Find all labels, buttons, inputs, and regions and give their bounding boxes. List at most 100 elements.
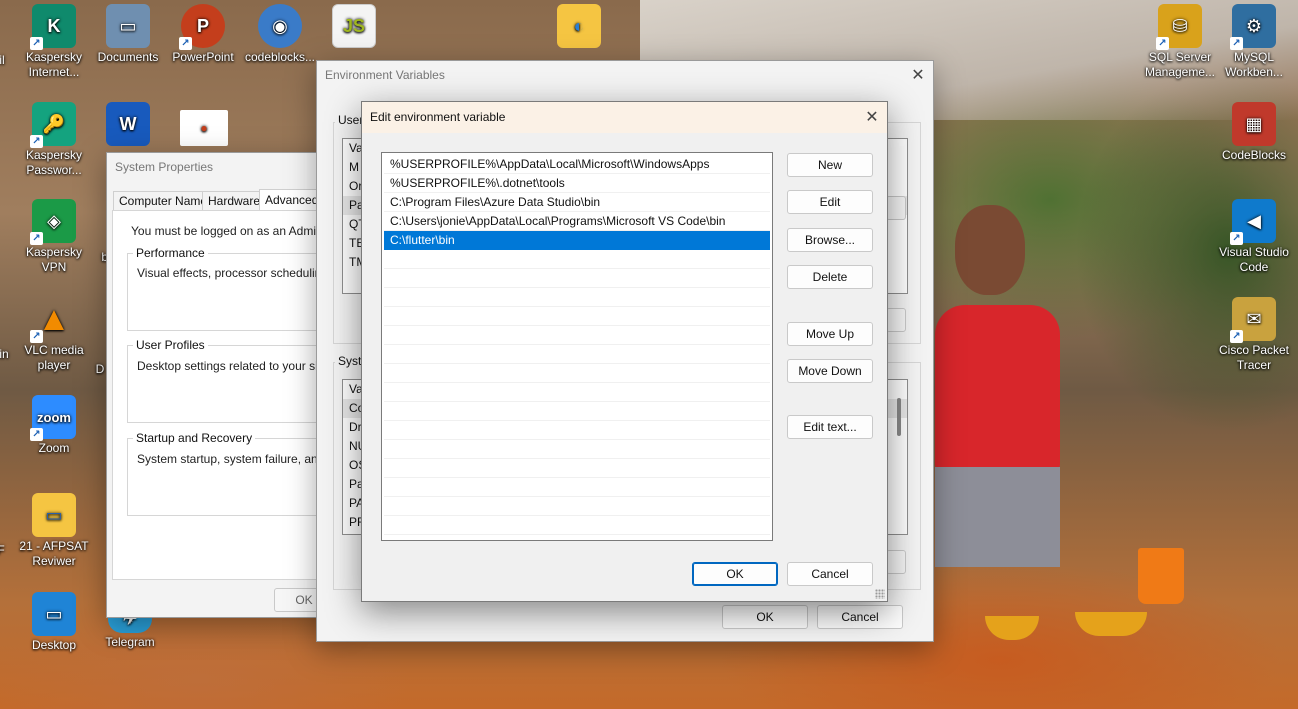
desktop-icon-packet-tracer[interactable]: ✉ ↗ Cisco Packet Tracer [1214, 295, 1294, 373]
path-entry[interactable]: C:\Users\jonie\AppData\Local\Programs\Mi… [384, 212, 770, 231]
desktop-icon-label: MySQL Workben... [1225, 50, 1283, 79]
desktop-icon-label: Kaspersky Internet... [25, 50, 83, 79]
vpn-icon: ◈ ↗ [30, 199, 76, 245]
vscode-icon: ◀ ↗ [1230, 199, 1276, 245]
resize-grip-icon[interactable] [875, 589, 885, 599]
startup-recovery-text: System startup, system failure, and deb [137, 452, 319, 466]
path-entry[interactable]: C:\Program Files\Azure Data Studio\bin [384, 193, 770, 212]
env-cancel-button[interactable]: Cancel [817, 605, 903, 629]
desktop-icon-word[interactable]: W [88, 100, 168, 148]
edit-button[interactable]: Edit [787, 190, 873, 214]
path-entry[interactable]: %USERPROFILE%\AppData\Local\Microsoft\Wi… [384, 155, 770, 174]
empty-row[interactable] [384, 516, 770, 535]
empty-row[interactable] [384, 345, 770, 364]
empty-row[interactable] [384, 440, 770, 459]
edit-environment-variable-dialog[interactable]: Edit environment variable ✕ %USERPROFILE… [361, 101, 888, 602]
powerpoint-icon: P ↗ [179, 4, 225, 50]
path-entry[interactable]: %USERPROFILE%\.dotnet\tools [384, 174, 770, 193]
new-button[interactable]: New [787, 153, 873, 177]
desktop-icon-ssms[interactable]: ⛁ ↗ SQL Server Manageme... [1140, 2, 1220, 80]
dolphin-icon: ⚙ ↗ [1230, 4, 1276, 50]
zoom-icon: zoom ↗ [30, 395, 76, 441]
desktop-icon-js-file[interactable]: JS [314, 2, 394, 50]
empty-row[interactable] [384, 326, 770, 345]
wallpaper-cup [1138, 548, 1184, 604]
user-profiles-group [127, 345, 327, 423]
env-ok-button[interactable]: OK [722, 605, 808, 629]
empty-row[interactable] [384, 288, 770, 307]
close-icon[interactable]: ✕ [857, 104, 887, 130]
browse-button[interactable]: Browse... [787, 228, 873, 252]
ok-button[interactable]: OK [692, 562, 778, 586]
path-entries-list[interactable]: %USERPROFILE%\AppData\Local\Microsoft\Wi… [381, 152, 773, 541]
delete-button[interactable]: Delete [787, 265, 873, 289]
desktop-icon-label: VLC media player [24, 343, 84, 372]
desktop-icon-vscode[interactable]: ◀ ↗ Visual Studio Code [1214, 197, 1294, 275]
folder-icon: ▭ [32, 493, 76, 537]
desktop-icon-kaspersky-vpn[interactable]: ◈ ↗ Kaspersky VPN [14, 197, 94, 275]
move-down-button[interactable]: Move Down [787, 359, 873, 383]
empty-row[interactable] [384, 307, 770, 326]
desktop-icon-mysql-workbench[interactable]: ⚙ ↗ MySQL Workben... [1214, 2, 1294, 80]
desktop-icon-documents[interactable]: ▭ Documents [88, 2, 168, 65]
desktop-icon-label: Visual Studio Code [1219, 245, 1289, 274]
desktop-icon-codeblocks-installer[interactable]: ◉ codeblocks... [240, 2, 320, 65]
desktop-icon-label: Documents [97, 50, 159, 64]
move-up-button[interactable]: Move Up [787, 322, 873, 346]
desktop-icon-label: 21 - AFPSAT Reviwer [19, 539, 89, 568]
desktop-icon-ppt-file[interactable]: ● [164, 108, 244, 148]
tab-advanced[interactable]: Advanced [259, 189, 325, 211]
ppt-file-icon: ● [180, 110, 228, 146]
folder-icon: ◐ [557, 4, 601, 48]
desktop-icon-kaspersky-internet[interactable]: K ↗ Kaspersky Internet... [14, 2, 94, 80]
empty-row[interactable] [384, 421, 770, 440]
cancel-button[interactable]: Cancel [787, 562, 873, 586]
desktop-icon-label: CodeBlocks [1221, 148, 1287, 162]
performance-label: Performance [133, 246, 208, 260]
desktop-icon-label: Telegram [105, 635, 155, 649]
empty-row[interactable] [384, 478, 770, 497]
desktop-icon-label: Zoom [38, 441, 70, 455]
dialog-title: Edit environment variable [370, 110, 506, 124]
system-variables-button-partial[interactable] [886, 550, 906, 574]
empty-row[interactable] [384, 497, 770, 516]
database-tools-icon: ⛁ ↗ [1156, 4, 1202, 50]
desktop-icon-codeblocks[interactable]: ▦ CodeBlocks [1214, 100, 1294, 163]
performance-text: Visual effects, processor scheduling, m [137, 266, 319, 280]
empty-row[interactable] [384, 269, 770, 288]
kaspersky-icon: K ↗ [30, 4, 76, 50]
word-icon: W [106, 102, 150, 146]
empty-row[interactable] [384, 383, 770, 402]
desktop-icon-label: PowerPoint [172, 50, 234, 64]
empty-row[interactable] [384, 402, 770, 421]
js-file-icon: JS [332, 4, 376, 48]
path-entry-selected[interactable]: C:\flutter\bin [384, 231, 770, 250]
desktop-icon-powerpoint[interactable]: P ↗ PowerPoint [163, 2, 243, 65]
desktop-icon-label: Kaspersky Passwor... [25, 148, 83, 177]
desktop-icon-desktop[interactable]: ▭ Desktop [14, 590, 94, 653]
empty-row[interactable] [384, 250, 770, 269]
startup-recovery-group [127, 438, 327, 516]
desktop-icon-folder[interactable]: ◐ [539, 2, 619, 50]
user-variables-button-partial[interactable] [886, 196, 906, 220]
empty-row[interactable] [384, 459, 770, 478]
desktop-icon-afpsat[interactable]: ▭ 21 - AFPSAT Reviwer [14, 491, 94, 569]
dialog-titlebar: Edit environment variable ✕ [362, 102, 887, 133]
desktop-icon-label: SQL Server Manageme... [1144, 50, 1216, 79]
close-icon[interactable]: ✕ [903, 62, 933, 88]
edit-text-button[interactable]: Edit text... [787, 415, 873, 439]
empty-row[interactable] [384, 364, 770, 383]
user-variables-button-partial[interactable] [886, 308, 906, 332]
desktop-icon-zoom[interactable]: zoom ↗ Zoom [14, 393, 94, 456]
performance-group [127, 253, 327, 331]
desktop-icon-vlc[interactable]: ▲ ↗ VLC media player [14, 295, 94, 373]
desktop-icon-label: codeblocks... [244, 50, 316, 64]
installer-icon: ◉ [258, 4, 302, 48]
envelope-icon: ✉ ↗ [1230, 297, 1276, 343]
folder-icon: ▭ [106, 4, 150, 48]
desktop-icon-kaspersky-password[interactable]: 🔑 ↗ Kaspersky Passwor... [14, 100, 94, 178]
tab-hardware[interactable]: Hardware [202, 191, 267, 211]
tab-computer-name[interactable]: Computer Name [113, 191, 214, 211]
scrollbar-thumb[interactable] [897, 398, 901, 436]
wallpaper-person [935, 205, 1065, 567]
